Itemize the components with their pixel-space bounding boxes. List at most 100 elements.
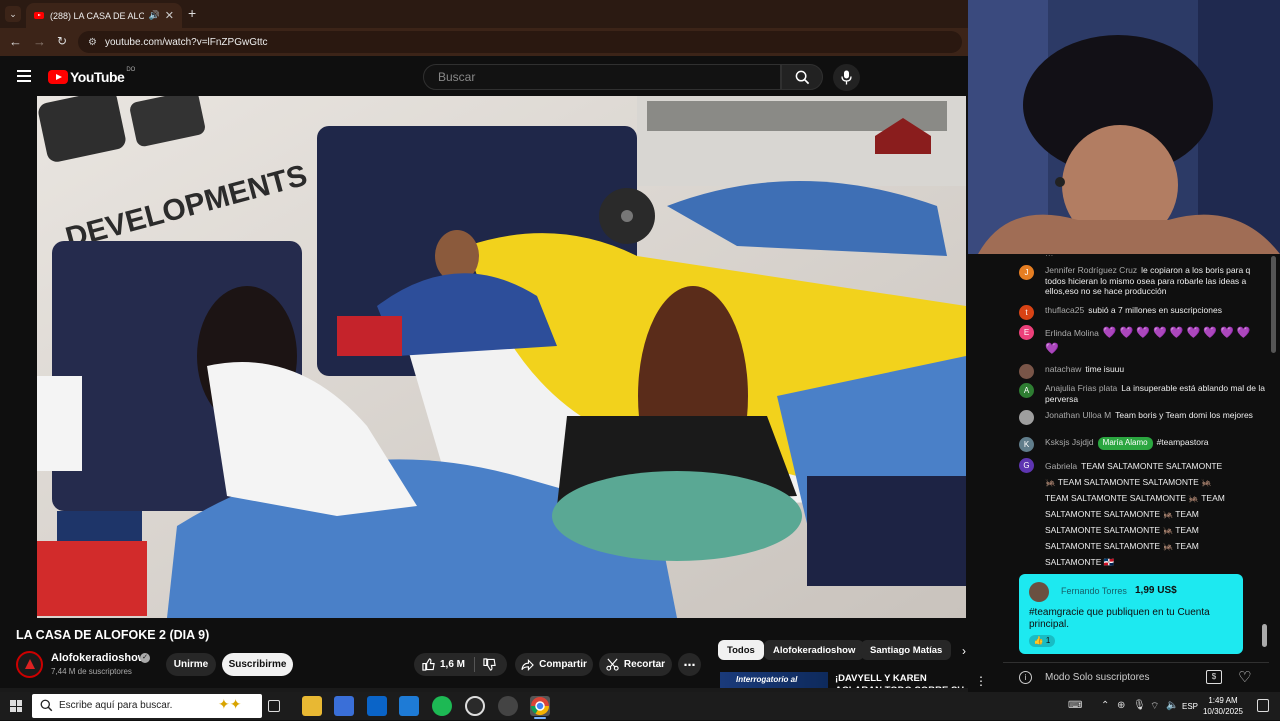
thumbs-down-icon[interactable] [483,658,496,671]
chat-author[interactable]: natachaw [1045,364,1081,374]
info-icon[interactable]: i [1019,671,1032,684]
microphone-icon[interactable]: 🎙 [1133,700,1146,711]
voice-search-button[interactable] [833,64,860,91]
search-icon [40,699,53,712]
chat-author[interactable]: Gabriela [1045,461,1077,471]
wifi-icon[interactable]: ⌔ [1150,700,1159,713]
language-indicator[interactable]: ESP [1182,702,1198,711]
super-chat-icon[interactable]: $ [1206,670,1222,684]
url-field[interactable]: ⚙ youtube.com/watch?v=lFnZPGwGttc [78,31,962,53]
notification-icon[interactable] [1257,699,1269,712]
file-explorer-icon[interactable] [302,696,322,716]
thumbs-up-icon[interactable] [422,658,435,671]
chat-author[interactable]: Erlinda Molina [1045,328,1099,338]
chat-author[interactable]: Ksksjs Jsjdjd [1045,437,1094,447]
app-icon[interactable] [399,696,419,716]
chat-author[interactable]: Jonathan Ulloa M [1045,410,1111,420]
like-dislike-group: 1,6 M [414,653,507,676]
chrome-logo [531,697,549,716]
tab-close-icon[interactable]: ✕ [165,9,174,22]
video-player[interactable]: DEVELOPMENTS [37,96,966,618]
speaker-icon[interactable]: 🔊 [149,10,160,21]
youtube-favicon-icon [34,12,44,19]
more-vert-icon[interactable]: ⋮ [975,674,987,688]
search-button[interactable] [781,64,823,90]
windows-taskbar: Escribe aquí para buscar. ✦✦ ⌨ ⌃ ⊕ 🎙 ⌔ 🔈… [0,692,1280,720]
chevron-right-icon[interactable]: › [962,644,966,658]
avatar [1019,410,1034,425]
superchat-card[interactable]: Fernando Torres 1,99 US$ #teamgracie que… [1019,574,1243,654]
superchat-like-count: 1 [1045,636,1051,645]
share-icon [521,658,534,671]
chat-scrollbar-thumb[interactable] [1262,624,1267,647]
keyboard-icon[interactable]: ⌨ [1068,700,1082,711]
subscriber-count: 7,44 M de suscriptores [51,667,132,676]
chat-text: TEAM SALTAMONTE SALTAMONTE 🦗 TEAM SALTAM… [1045,461,1225,567]
like-count[interactable]: 1,6 M [440,659,465,670]
chrome-icon[interactable] [530,696,550,719]
youtube-wordmark: YouTube [70,69,125,85]
superchat-author[interactable]: Fernando Torres [1061,586,1127,596]
chip-all[interactable]: Todos [718,640,764,660]
chat-author[interactable]: thuflaca25 [1045,305,1084,315]
chip-channel[interactable]: Alofokeradioshow [764,640,865,660]
avatar: E [1019,325,1034,340]
chat-author[interactable]: Anajulia Frias plata [1045,383,1117,393]
channel-avatar[interactable] [16,651,43,678]
chat-scrollbar[interactable] [1271,256,1276,353]
share-button[interactable]: Compartir [515,653,593,676]
chat-message: A Anajulia Frias plata La insuperable est… [1015,383,1265,404]
taskbar-clock[interactable]: 1:49 AM 10/30/2025 [1200,695,1246,717]
back-button[interactable]: ← [9,34,22,49]
subscribe-button[interactable]: Suscribirme [222,653,293,676]
network-icon[interactable]: ⊕ [1117,700,1125,711]
avatar: J [1019,265,1034,280]
steam-icon[interactable] [465,696,485,716]
more-actions-icon[interactable]: ⋯ [678,653,701,676]
youtube-play-icon [48,70,68,84]
reload-button[interactable]: ↻ [57,34,67,48]
clip-button[interactable]: Recortar [599,653,672,676]
new-tab-button[interactable]: + [188,5,196,21]
browser-tab[interactable]: (288) LA CASA DE ALOFOKE 🔊 ✕ [26,3,182,28]
taskbar-search-placeholder: Escribe aquí para buscar. [59,700,173,711]
url-text: youtube.com/watch?v=lFnZPGwGttc [104,36,268,48]
video-title: LA CASA DE ALOFOKE 2 (DIA 9) [16,628,210,642]
member-badge: María Alamo [1097,437,1153,450]
task-view-icon[interactable] [268,700,280,712]
superchat-like[interactable]: 👍 1 [1029,635,1055,647]
heart-icon[interactable]: ♡ [1238,668,1251,686]
site-info-icon[interactable]: ⚙ [88,37,97,48]
superchat-text: #teamgracie que publiquen en tu Cuenta p… [1029,607,1210,630]
live-chat: … J Jennifer Rodríguez Cruzle copiaron a… [1003,254,1269,662]
spotify-icon[interactable] [432,696,452,716]
address-bar-row: ← → ↻ ⚙ youtube.com/watch?v=lFnZPGwGttc [0,28,968,56]
chat-message-truncated: … [1015,254,1265,259]
chat-message: J Jennifer Rodríguez Cruz le copiaron a l… [1015,265,1265,297]
tab-search-button[interactable]: ⌄ [5,6,21,22]
windows-start-icon[interactable] [10,700,22,712]
chip-santiago[interactable]: Santiago Matías [861,640,952,660]
avatar [1019,364,1034,379]
clock-date: 10/30/2025 [1202,707,1244,716]
chat-text: #teampastora [1156,437,1209,447]
youtube-logo[interactable]: YouTube DO [48,67,135,85]
chat-message: E Erlinda Molina 💜 💜 💜 💜 💜 💜 💜 💜 💜 💜 [1015,325,1265,357]
store-icon[interactable] [334,696,354,716]
join-button[interactable]: Unirme [166,653,216,676]
obs-icon[interactable] [498,696,518,716]
avatar [1029,582,1049,602]
search-input[interactable]: Buscar [423,64,781,90]
chat-author[interactable]: Jennifer Rodríguez Cruz [1045,265,1137,275]
outlook-icon[interactable] [367,696,387,716]
volume-icon[interactable]: 🔈 [1166,700,1178,711]
taskbar-search-input[interactable]: Escribe aquí para buscar. ✦✦ [32,694,262,718]
chat-mode-label: Modo Solo suscriptores [1045,672,1150,683]
forward-button[interactable]: → [33,34,46,49]
channel-name[interactable]: Alofokeradioshow [51,652,146,664]
chevron-up-icon[interactable]: ⌃ [1101,700,1109,711]
menu-icon[interactable] [17,70,31,82]
chat-message: t thuflaca25 subió a 7 millones en suscri… [1015,305,1265,320]
browser-tab-strip: ⌄ (288) LA CASA DE ALOFOKE 🔊 ✕ + [0,0,968,28]
verified-check-icon: ✓ [140,653,150,663]
